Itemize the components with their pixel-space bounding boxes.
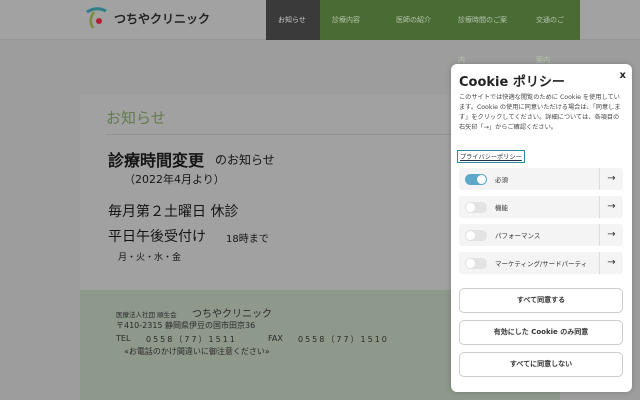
nav-hours[interactable]: 診療時間のご案内 <box>446 0 524 64</box>
close-icon[interactable]: x <box>620 70 626 81</box>
nav-doctor[interactable]: 医師の紹介 <box>384 0 446 40</box>
notice-headline-suffix: のお知らせ <box>215 153 275 167</box>
category-label: パフォーマンス <box>495 232 541 240</box>
footer-tel[interactable]: 0558（77）1511 <box>146 334 237 345</box>
cookie-description: このサイトでは快適な閲覧のために Cookie を使用しています。Cookie … <box>459 94 621 131</box>
cookie-category-marketing: マーケティング/サードパーティ → <box>459 252 623 274</box>
performance-toggle[interactable] <box>465 230 487 241</box>
site-header: つちやクリニック お知らせ 診療内容 医師の紹介 診療時間のご案内 交通のご案内 <box>0 0 640 64</box>
footer-fax-label: FAX <box>268 334 283 343</box>
notice-line1: 毎月第２土曜日 休診 <box>108 204 239 220</box>
section-title: お知らせ <box>106 109 166 127</box>
footer-fax: 0558（77）1510 <box>298 335 389 344</box>
category-label: 機能 <box>495 204 508 212</box>
arrow-right-icon[interactable]: → <box>599 196 623 218</box>
notice-line2-sub: 18時まで <box>226 234 269 245</box>
footer-note: «お電話のかけ間違いに御注意ください» <box>124 347 270 356</box>
notice-since: （2022年4月より） <box>124 173 225 186</box>
main-nav: お知らせ 診療内容 医師の紹介 診療時間のご案内 交通のご案内 <box>266 0 580 64</box>
functional-toggle[interactable] <box>465 202 487 213</box>
logo-text: つちやクリニック <box>114 11 211 26</box>
accept-all-button[interactable]: すべて同意する <box>459 288 623 313</box>
arrow-right-icon[interactable]: → <box>599 224 623 246</box>
marketing-toggle[interactable] <box>465 258 487 269</box>
footer-address: 〒410-2315 静岡県伊豆の国市田京36 <box>116 321 256 330</box>
arrow-right-icon[interactable]: → <box>599 252 623 274</box>
logo-icon <box>84 6 108 30</box>
required-toggle[interactable] <box>465 174 487 185</box>
category-label: 必須 <box>495 176 508 184</box>
clinic-logo[interactable]: つちやクリニック <box>84 6 210 30</box>
cookie-title: Cookie ポリシー <box>459 75 565 90</box>
cookie-dialog: Cookie ポリシー x このサイトでは快適な閲覧のために Cookie を使… <box>451 64 632 392</box>
nav-news[interactable]: お知らせ <box>266 0 320 40</box>
nav-services[interactable]: 診療内容 <box>320 0 384 40</box>
nav-access[interactable]: 交通のご案内 <box>524 0 580 64</box>
arrow-right-icon[interactable]: → <box>599 168 623 190</box>
footer-tel-label: TEL <box>116 334 131 343</box>
cookie-category-performance: パフォーマンス → <box>459 224 623 246</box>
notice-line2: 平日午後受付け <box>108 229 206 245</box>
accept-selected-button[interactable]: 有効にした Cookie のみ同意 <box>459 320 623 345</box>
cookie-category-required: 必須 → <box>459 168 623 190</box>
privacy-policy-link[interactable]: プライバシーポリシー <box>457 150 525 163</box>
cookie-category-functional: 機能 → <box>459 196 623 218</box>
category-label: マーケティング/サードパーティ <box>495 260 588 268</box>
footer-org: 医療法人社団 順生会 <box>116 311 177 319</box>
notice-days: 月・火・水・金 <box>118 253 182 263</box>
reject-all-button[interactable]: すべてに同意しない <box>459 352 623 377</box>
footer-name: つちやクリニック <box>192 309 272 320</box>
notice-headline: 診療時間変更 <box>108 151 205 170</box>
